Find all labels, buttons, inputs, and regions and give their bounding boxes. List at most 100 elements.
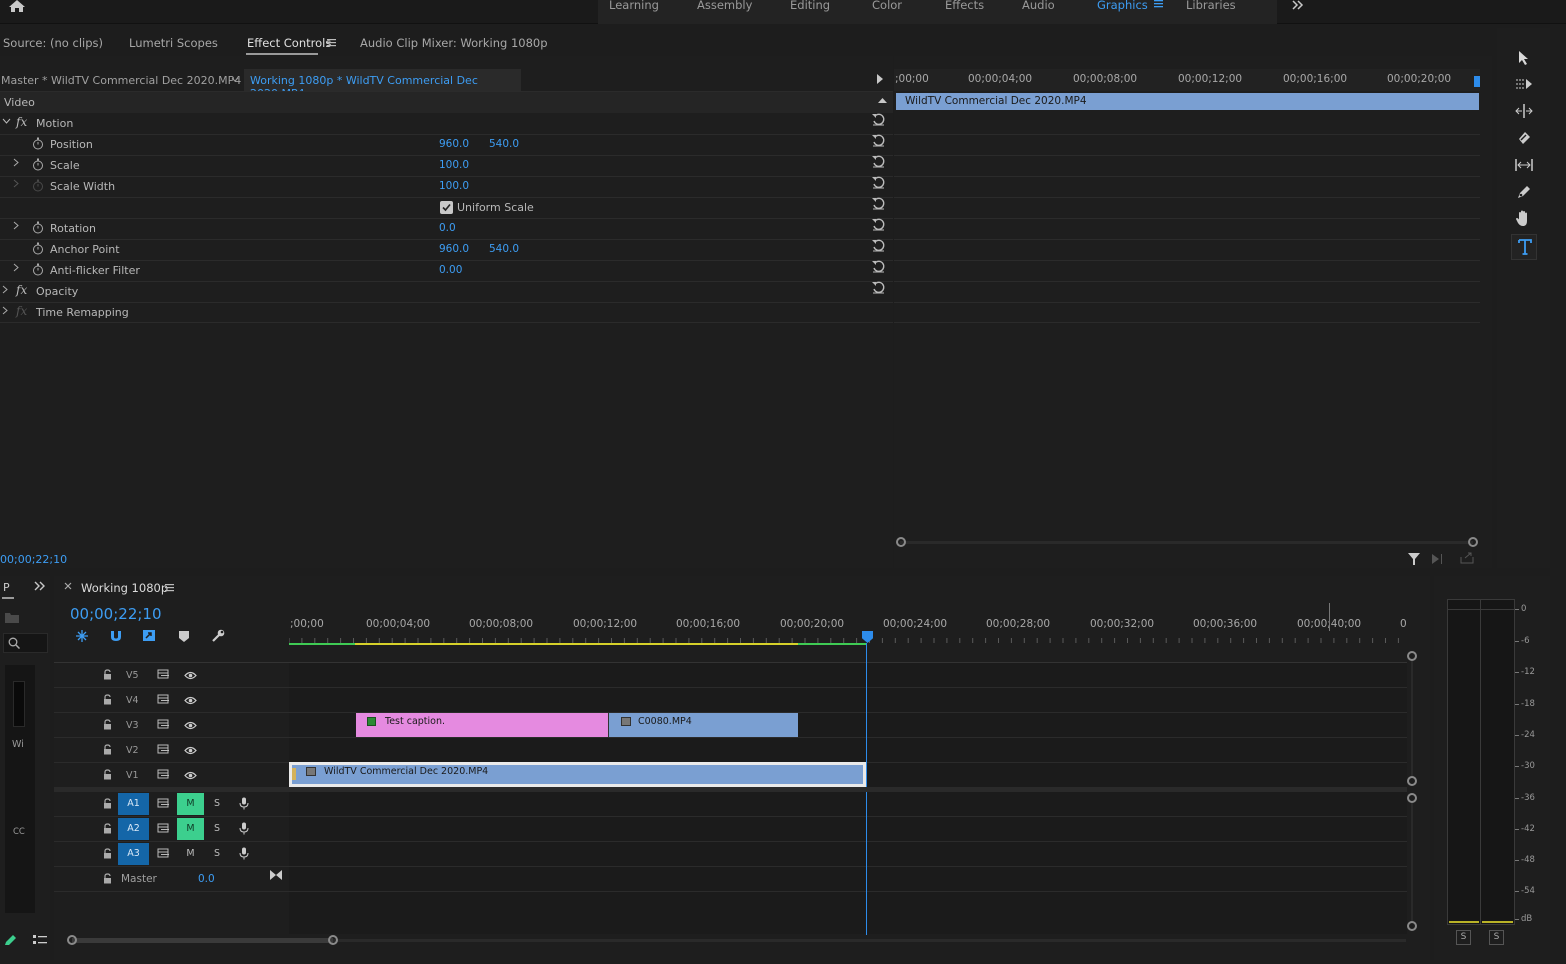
reset-parameter-icon[interactable] <box>872 155 885 168</box>
anchor-y-value[interactable]: 540.0 <box>489 243 519 255</box>
snap-icon[interactable] <box>109 629 123 643</box>
video-track-label[interactable]: V2 <box>126 745 139 756</box>
rotation-value[interactable]: 0.0 <box>439 222 456 234</box>
eye-icon[interactable] <box>184 771 197 780</box>
track-select-tool-icon[interactable] <box>1515 77 1533 91</box>
reset-parameter-icon[interactable] <box>872 260 885 273</box>
time-remap-expand-icon[interactable] <box>2 306 9 315</box>
lock-icon[interactable] <box>103 769 112 780</box>
reset-parameter-icon[interactable] <box>872 134 885 147</box>
solo-button[interactable]: S <box>208 843 226 865</box>
scale-expand-icon[interactable] <box>13 158 20 167</box>
home-icon[interactable] <box>8 0 26 12</box>
video-scroll-bottom-handle[interactable] <box>1407 776 1417 786</box>
lock-icon[interactable] <box>103 719 112 730</box>
mute-button[interactable]: M <box>177 843 204 865</box>
workspace-tab-assembly[interactable]: Assembly <box>697 0 752 11</box>
workspace-tab-color[interactable]: Color <box>872 0 902 11</box>
solo-left-button[interactable]: S <box>1456 930 1471 945</box>
eye-icon[interactable] <box>184 671 197 680</box>
sync-lock-icon[interactable] <box>157 669 170 680</box>
project-tab[interactable]: P <box>3 581 10 594</box>
timeline-zoom-handle-right[interactable] <box>328 935 338 945</box>
workspace-tab-audio[interactable]: Audio <box>1022 0 1055 11</box>
sequence-tab[interactable]: Working 1080p <box>81 581 168 595</box>
close-sequence-icon[interactable] <box>64 582 72 590</box>
microphone-icon[interactable] <box>239 797 249 810</box>
chevron-down-icon[interactable] <box>231 77 239 83</box>
stopwatch-icon[interactable] <box>32 263 44 276</box>
video-clip-main[interactable]: WildTV Commercial Dec 2020.MP4 <box>292 765 863 784</box>
audio-track-target[interactable]: A3 <box>118 843 149 865</box>
sync-lock-icon[interactable] <box>157 823 170 834</box>
timeline-settings-icon[interactable] <box>211 629 225 643</box>
tab-source[interactable]: Source: (no clips) <box>3 36 103 50</box>
sync-lock-icon[interactable] <box>157 719 170 730</box>
add-marker-icon[interactable] <box>179 631 189 642</box>
ec-timecode[interactable]: 00;00;22;10 <box>0 553 67 566</box>
sync-lock-icon[interactable] <box>157 744 170 755</box>
microphone-icon[interactable] <box>239 822 249 835</box>
stopwatch-icon[interactable] <box>32 137 44 150</box>
master-volume-value[interactable]: 0.0 <box>198 873 215 885</box>
sync-lock-icon[interactable] <box>157 798 170 809</box>
antiflicker-expand-icon[interactable] <box>13 263 20 272</box>
video-track-label[interactable]: V1 <box>126 770 139 781</box>
mute-button[interactable]: M <box>177 793 204 815</box>
stopwatch-icon[interactable] <box>32 242 44 255</box>
video-clip-c0080[interactable]: C0080.MP4 <box>608 713 798 737</box>
timeline-timecode[interactable]: 00;00;22;10 <box>70 605 162 623</box>
sync-lock-icon[interactable] <box>157 769 170 780</box>
tab-lumetri-scopes[interactable]: Lumetri Scopes <box>129 36 218 50</box>
effect-controls-menu-icon[interactable] <box>327 38 337 48</box>
video-audio-divider[interactable] <box>54 787 1407 792</box>
razor-tool-icon[interactable] <box>1516 130 1532 146</box>
sync-lock-icon[interactable] <box>157 848 170 859</box>
timeline-zoom-handle-left[interactable] <box>67 935 77 945</box>
video-track-label[interactable]: V3 <box>126 720 139 731</box>
audio-track-target[interactable]: A2 <box>118 818 149 840</box>
position-y-value[interactable]: 540.0 <box>489 138 519 150</box>
linked-selection-icon[interactable] <box>142 629 158 643</box>
show-timeline-icon[interactable] <box>877 74 883 84</box>
lock-icon[interactable] <box>103 873 112 884</box>
workspace-tab-libraries[interactable]: Libraries <box>1186 0 1236 11</box>
reset-parameter-icon[interactable] <box>872 113 885 126</box>
pencil-icon[interactable] <box>4 934 18 946</box>
lock-icon[interactable] <box>103 744 112 755</box>
caption-clip[interactable]: Test caption. <box>356 713 608 737</box>
mute-button[interactable]: M <box>177 818 204 840</box>
collapse-up-icon[interactable] <box>878 97 887 104</box>
sync-lock-icon[interactable] <box>157 694 170 705</box>
solo-right-button[interactable]: S <box>1489 930 1504 945</box>
microphone-icon[interactable] <box>239 847 249 860</box>
workspace-menu-icon[interactable] <box>1154 0 1164 9</box>
audio-track-target[interactable]: A1 <box>118 793 149 815</box>
more-workspaces-icon[interactable] <box>1291 0 1305 10</box>
rotation-expand-icon[interactable] <box>13 221 20 230</box>
eye-icon[interactable] <box>184 696 197 705</box>
sequence-clip-tab[interactable]: Working 1080p * WildTV Commercial Dec 20… <box>244 69 521 100</box>
stopwatch-icon[interactable] <box>32 158 44 171</box>
ec-zoom-handle-left[interactable] <box>896 537 906 547</box>
selection-tool-icon[interactable] <box>1517 50 1529 66</box>
pen-tool-icon[interactable] <box>1516 184 1532 200</box>
solo-button[interactable]: S <box>208 793 226 815</box>
tab-effect-controls[interactable]: Effect Controls <box>247 36 331 50</box>
more-panels-icon[interactable] <box>34 581 46 591</box>
type-tool-button[interactable] <box>1511 234 1537 260</box>
filter-icon[interactable] <box>1408 553 1420 565</box>
ripple-edit-tool-icon[interactable] <box>1515 104 1533 118</box>
video-scroll-top-handle[interactable] <box>1407 651 1417 661</box>
workspace-tab-effects[interactable]: Effects <box>945 0 984 11</box>
uniform-scale-checkbox[interactable] <box>440 201 453 214</box>
audio-scroll-top-handle[interactable] <box>1407 793 1417 803</box>
reset-parameter-icon[interactable] <box>872 218 885 231</box>
reset-parameter-icon[interactable] <box>872 281 885 294</box>
ec-zoom-handle-right[interactable] <box>1468 537 1478 547</box>
tab-audio-clip-mixer[interactable]: Audio Clip Mixer: Working 1080p <box>360 36 548 50</box>
fx-icon[interactable]: fx <box>16 115 27 129</box>
opacity-expand-icon[interactable] <box>2 285 9 294</box>
lock-icon[interactable] <box>103 669 112 680</box>
lock-icon[interactable] <box>103 798 112 809</box>
